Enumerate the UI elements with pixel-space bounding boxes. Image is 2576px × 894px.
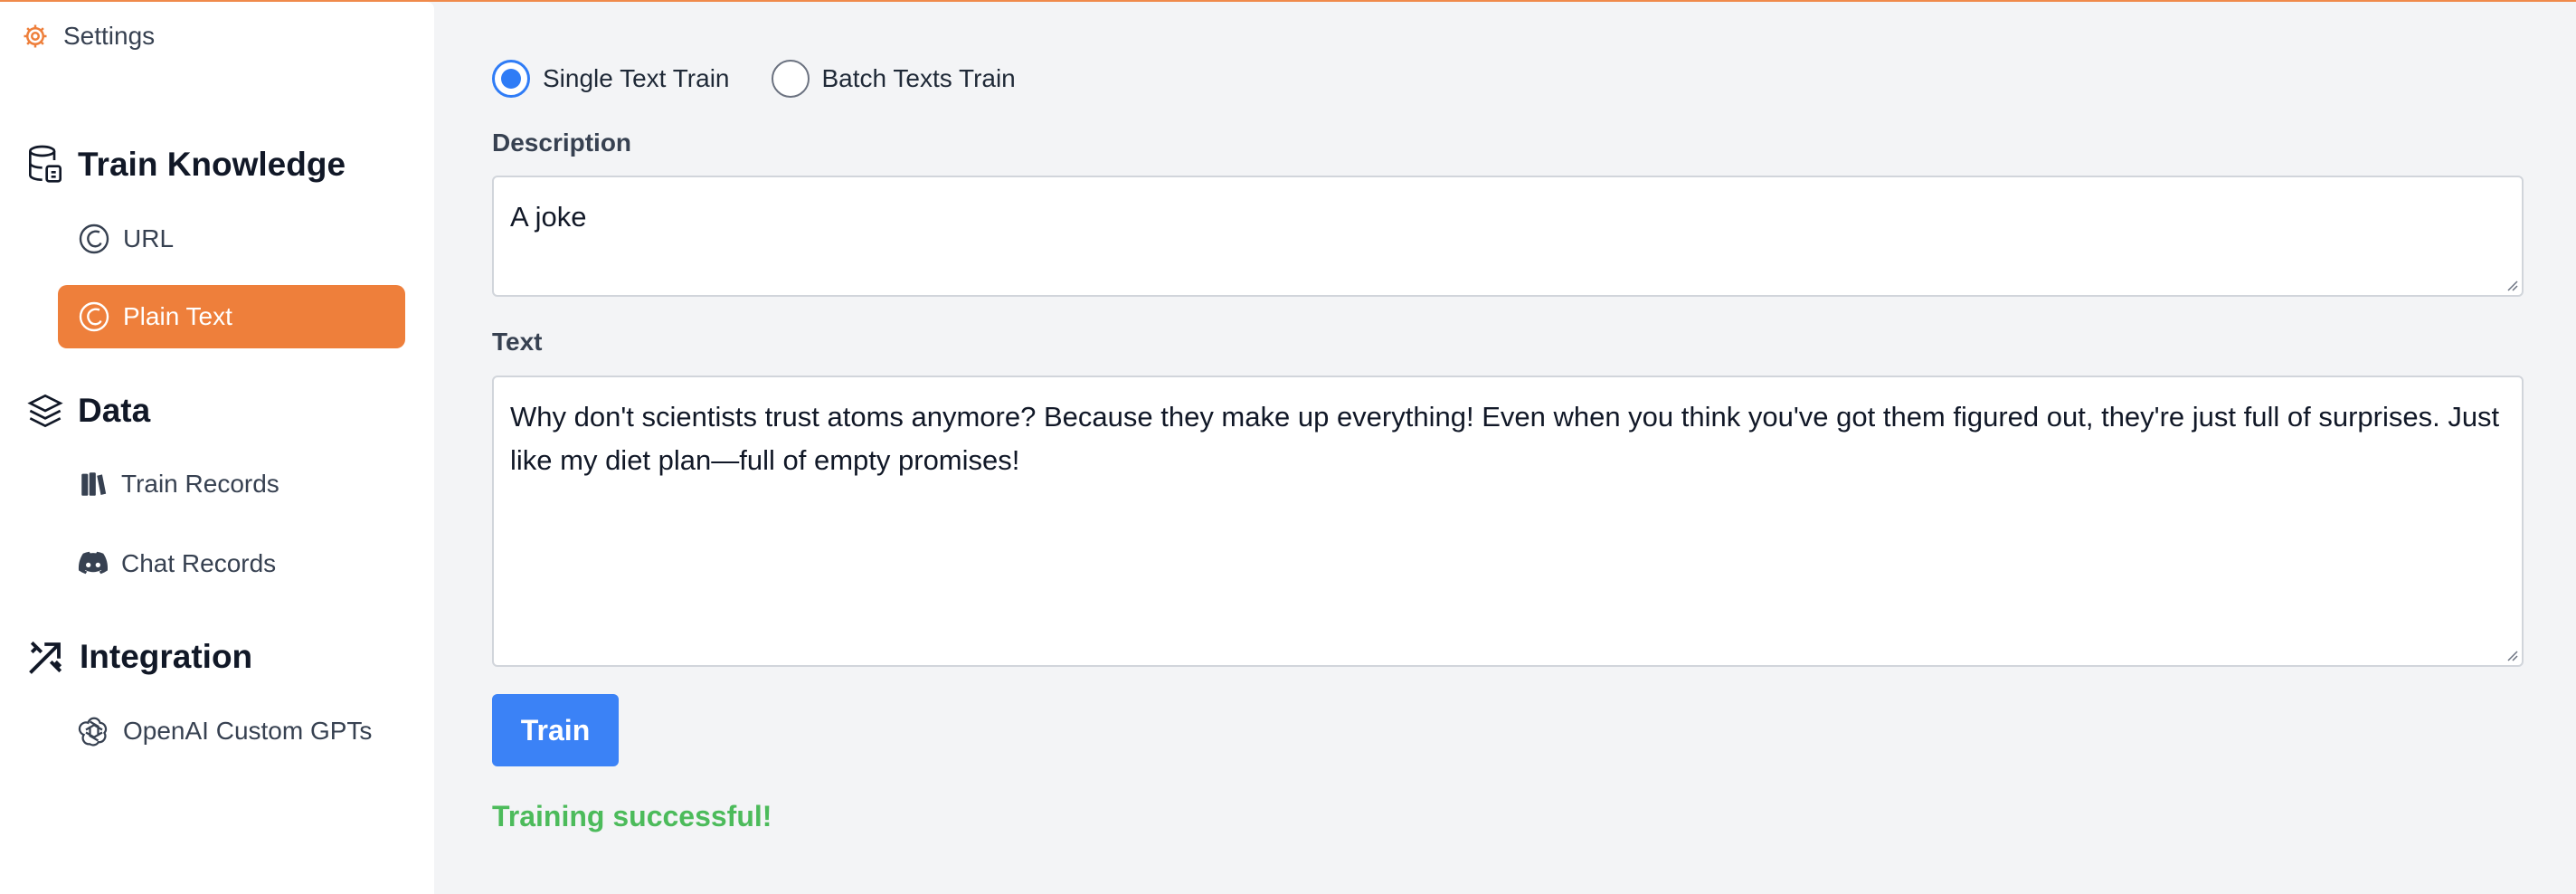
train-button[interactable]: Train bbox=[492, 694, 619, 766]
sidebar: Settings Train Knowledge URL Plain Text … bbox=[0, 2, 434, 894]
train-mode-radio-group: Single Text Train Batch Texts Train bbox=[492, 58, 1057, 100]
sidebar-item-url[interactable]: URL bbox=[58, 207, 405, 271]
sidebar-item-plain-text[interactable]: Plain Text bbox=[58, 285, 405, 348]
sidebar-item-train-records[interactable]: Train Records bbox=[58, 452, 405, 516]
radio-button-checked[interactable] bbox=[492, 60, 530, 98]
elementor-icon bbox=[78, 223, 110, 255]
section-title: Data bbox=[78, 392, 151, 429]
sidebar-item-openai-custom-gpts[interactable]: OpenAI Custom GPTs bbox=[58, 699, 405, 763]
settings-link[interactable]: Settings bbox=[22, 18, 155, 54]
layers-icon bbox=[27, 393, 63, 429]
radio-batch-texts-train[interactable]: Batch Texts Train bbox=[771, 60, 1016, 98]
section-title: Integration bbox=[80, 638, 253, 675]
database-icon bbox=[27, 145, 63, 185]
resize-handle-icon[interactable] bbox=[2504, 647, 2518, 661]
section-integration: Integration bbox=[27, 633, 252, 680]
section-data: Data bbox=[27, 387, 150, 434]
settings-label: Settings bbox=[63, 22, 156, 50]
integration-icon bbox=[27, 638, 65, 676]
sidebar-item-label: URL bbox=[123, 224, 175, 252]
elementor-icon bbox=[78, 300, 110, 333]
gear-icon bbox=[22, 23, 49, 50]
sidebar-item-label: OpenAI Custom GPTs bbox=[123, 717, 373, 745]
section-title: Train Knowledge bbox=[78, 146, 346, 183]
sidebar-item-label: Train Records bbox=[121, 470, 279, 498]
section-train-knowledge: Train Knowledge bbox=[27, 141, 346, 188]
text-textarea[interactable]: Why don't scientists trust atoms anymore… bbox=[492, 376, 2524, 667]
description-value: A joke bbox=[510, 201, 587, 233]
discord-icon bbox=[78, 551, 109, 576]
description-textarea[interactable]: A joke bbox=[492, 176, 2524, 297]
sidebar-item-label: Plain Text bbox=[123, 302, 232, 330]
radio-label: Batch Texts Train bbox=[821, 64, 1016, 92]
openai-icon bbox=[78, 715, 110, 747]
sidebar-item-label: Chat Records bbox=[121, 549, 277, 577]
text-label: Text bbox=[492, 328, 543, 356]
main-content: Single Text Train Batch Texts Train Desc… bbox=[434, 2, 2576, 894]
status-message: Training successful! bbox=[492, 800, 772, 832]
resize-handle-icon[interactable] bbox=[2504, 277, 2518, 291]
text-value: Why don't scientists trust atoms anymore… bbox=[510, 401, 2500, 476]
radio-single-text-train[interactable]: Single Text Train bbox=[492, 60, 730, 98]
sidebar-item-chat-records[interactable]: Chat Records bbox=[58, 532, 405, 595]
description-label: Description bbox=[492, 128, 632, 157]
books-icon bbox=[78, 469, 109, 499]
radio-button-unchecked[interactable] bbox=[771, 60, 810, 98]
radio-label: Single Text Train bbox=[543, 64, 730, 92]
